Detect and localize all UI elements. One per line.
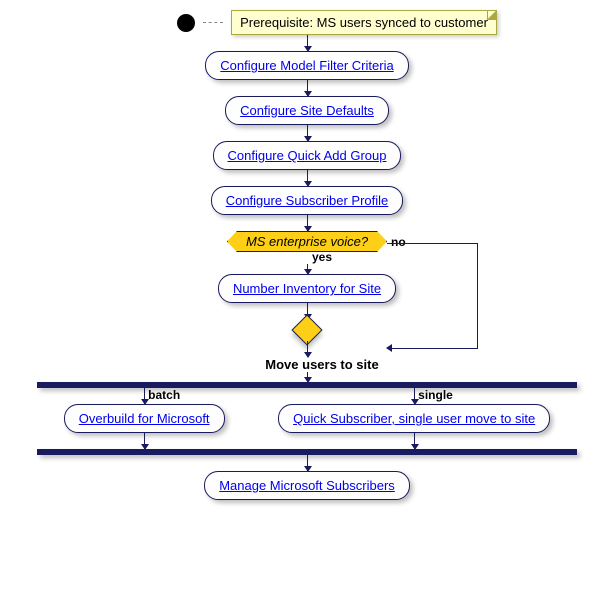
section-label: Move users to site: [265, 357, 378, 372]
arrow-icon: [307, 372, 308, 382]
batch-label: batch: [148, 388, 180, 402]
arrow-icon: [414, 433, 415, 449]
arrow-icon: [307, 455, 308, 471]
arrow-icon: [144, 388, 145, 404]
configure-site-defaults-link[interactable]: Configure Site Defaults: [240, 103, 374, 118]
no-path-connector: [387, 243, 478, 349]
decision-block: MS enterprise voice? no yes Number Inven…: [218, 231, 396, 341]
arrow-icon: [307, 215, 308, 231]
arrow-icon: [307, 80, 308, 96]
configure-site-defaults-step[interactable]: Configure Site Defaults: [225, 96, 389, 125]
configure-quick-add-step[interactable]: Configure Quick Add Group: [213, 141, 402, 170]
arrow-icon: [307, 125, 308, 141]
activity-diagram: Prerequisite: MS users synced to custome…: [10, 10, 604, 500]
configure-model-filter-step[interactable]: Configure Model Filter Criteria: [205, 51, 408, 80]
arrow-icon: [307, 35, 308, 51]
arrow-icon: [414, 388, 415, 404]
yes-label: yes: [312, 250, 332, 264]
parallel-branches: batch Overbuild for Microsoft single Qui…: [37, 388, 577, 449]
configure-quick-add-link[interactable]: Configure Quick Add Group: [228, 148, 387, 163]
note-connector: [203, 22, 223, 24]
quick-subscriber-link[interactable]: Quick Subscriber, single user move to si…: [293, 411, 535, 426]
quick-subscriber-step[interactable]: Quick Subscriber, single user move to si…: [278, 404, 550, 433]
arrow-icon: [144, 433, 145, 449]
start-row: Prerequisite: MS users synced to custome…: [177, 10, 497, 35]
single-branch: single Quick Subscriber, single user mov…: [278, 388, 550, 449]
configure-subscriber-profile-step[interactable]: Configure Subscriber Profile: [211, 186, 404, 215]
single-label: single: [418, 388, 453, 402]
arrow-icon: [307, 264, 308, 274]
manage-subscribers-step[interactable]: Manage Microsoft Subscribers: [204, 471, 410, 500]
overbuild-link[interactable]: Overbuild for Microsoft: [79, 411, 210, 426]
manage-subscribers-link[interactable]: Manage Microsoft Subscribers: [219, 478, 395, 493]
batch-branch: batch Overbuild for Microsoft: [64, 388, 225, 449]
prerequisite-note: Prerequisite: MS users synced to custome…: [231, 10, 497, 35]
arrow-icon: [307, 341, 308, 357]
number-inventory-link[interactable]: Number Inventory for Site: [233, 281, 381, 296]
number-inventory-step[interactable]: Number Inventory for Site: [218, 274, 396, 303]
decision-diamond: MS enterprise voice?: [227, 231, 387, 252]
arrow-icon: [307, 170, 308, 186]
configure-subscriber-profile-link[interactable]: Configure Subscriber Profile: [226, 193, 389, 208]
start-node-icon: [177, 14, 195, 32]
configure-model-filter-link[interactable]: Configure Model Filter Criteria: [220, 58, 393, 73]
overbuild-step[interactable]: Overbuild for Microsoft: [64, 404, 225, 433]
